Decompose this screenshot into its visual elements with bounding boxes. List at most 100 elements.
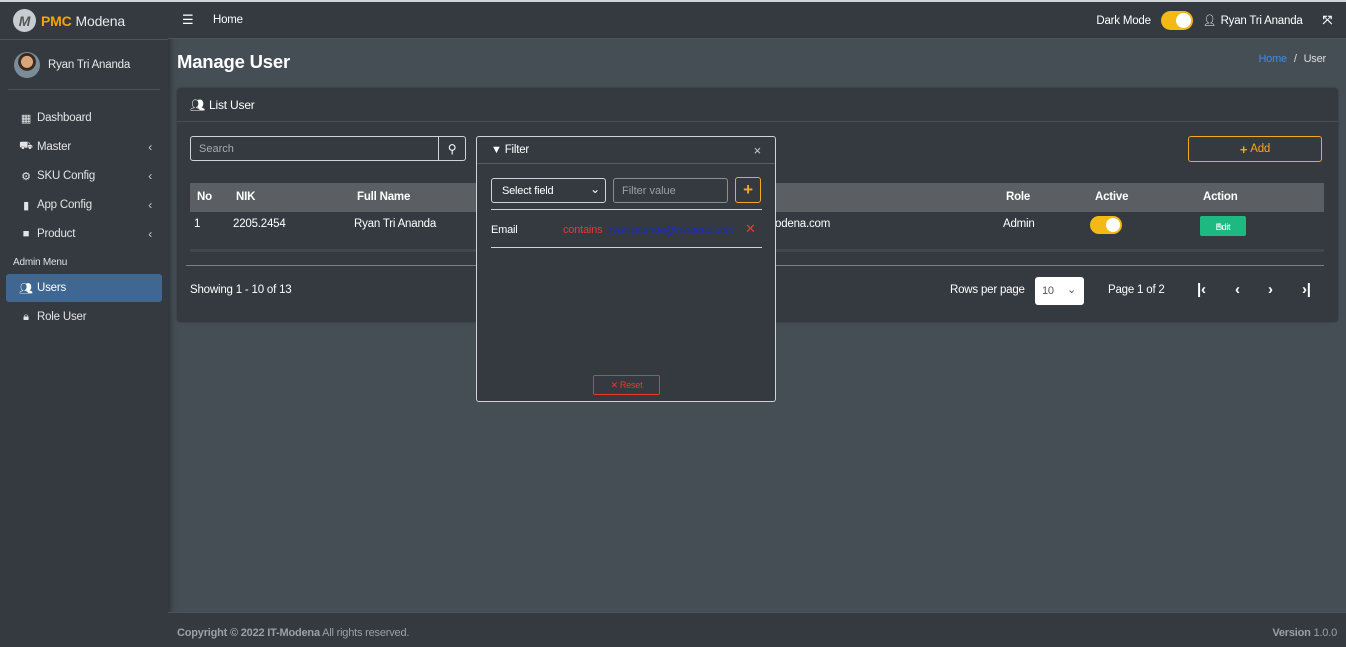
dark-mode-toggle[interactable]: [1160, 11, 1193, 30]
chevron-left-icon: ‹: [148, 140, 152, 154]
filter-operator: contains: [563, 224, 603, 236]
search-input[interactable]: [190, 136, 439, 161]
sidebar-nav: ▦ Dashboard ⛟ Master ‹ ⚙ SKU Config ‹ ▮ …: [0, 104, 168, 331]
users-icon: 👥︎: [19, 282, 33, 295]
rows-per-page-value: 10: [1042, 285, 1054, 297]
chevron-left-icon: ‹: [148, 227, 152, 241]
copyright: Copyright © 2022 IT-Modena All rights re…: [177, 627, 409, 639]
first-page-icon[interactable]: |‹: [1197, 281, 1206, 298]
nav-home-link[interactable]: Home: [213, 14, 243, 26]
mobile-icon: ▮: [23, 199, 29, 212]
hamburger-menu-icon[interactable]: ☰: [182, 12, 196, 28]
column-header-action: Action: [1203, 191, 1238, 203]
sidebar-item-dashboard[interactable]: ▦ Dashboard: [6, 104, 162, 132]
last-page-icon[interactable]: ›|: [1302, 281, 1311, 298]
sidebar: M PMC Modena Ryan Tri Ananda ▦ Dashboard…: [0, 0, 168, 647]
filter-icon: ▼: [491, 144, 502, 156]
add-button-label: Add: [1250, 143, 1271, 155]
sidebar-item-label: Role User: [37, 311, 87, 323]
rows-per-page-label: Rows per page: [950, 284, 1025, 296]
column-header-no[interactable]: No: [197, 191, 212, 203]
close-icon: ✕: [610, 379, 619, 390]
breadcrumb-home[interactable]: Home: [1258, 53, 1287, 65]
column-header-nik[interactable]: NIK: [236, 191, 255, 203]
chevron-down-icon: ⌄: [590, 182, 600, 196]
chevron-down-icon: ⌄: [1066, 284, 1076, 296]
column-header-full-name[interactable]: Full Name: [357, 191, 410, 203]
cell-full-name: Ryan Tri Ananda: [354, 218, 437, 230]
breadcrumb-current: User: [1303, 53, 1327, 65]
sidebar-item-sku-config[interactable]: ⚙ SKU Config ‹: [6, 162, 162, 190]
search-button[interactable]: ⚲: [439, 136, 466, 161]
user-icon: 👤︎: [1202, 15, 1217, 27]
brand-prefix: PMC: [41, 12, 72, 29]
active-toggle[interactable]: [1090, 216, 1122, 234]
next-page-icon[interactable]: ›: [1268, 281, 1273, 298]
cell-role: Admin: [1003, 218, 1035, 230]
column-header-active[interactable]: Active: [1095, 191, 1129, 203]
footer: Copyright © 2022 IT-Modena All rights re…: [168, 612, 1346, 647]
add-filter-button[interactable]: +: [735, 177, 761, 203]
showing-count: Showing 1 - 10 of 13: [190, 284, 292, 296]
dark-mode-label: Dark Mode: [1096, 14, 1151, 27]
brand[interactable]: M PMC Modena: [0, 2, 168, 40]
cell-no: 1: [194, 218, 201, 230]
user-panel[interactable]: Ryan Tri Ananda: [8, 40, 160, 90]
sidebar-item-label: SKU Config: [37, 170, 96, 182]
sidebar-item-label: Product: [37, 228, 76, 240]
sidebar-item-label: App Config: [37, 199, 92, 211]
version: Version 1.0.0: [1272, 627, 1337, 639]
breadcrumb: Home / User: [1258, 53, 1326, 65]
column-header-role[interactable]: Role: [1006, 191, 1030, 203]
sidebar-section-header: Admin Menu: [13, 257, 68, 268]
version-number: 1.0.0: [1313, 627, 1338, 639]
reset-button[interactable]: ✕ Reset: [593, 375, 660, 395]
rows-per-page-select[interactable]: 10 ⌄: [1035, 277, 1084, 305]
card-header: 👥︎ List User: [177, 88, 1338, 122]
page-title: Manage User: [177, 51, 290, 72]
sidebar-item-label: Users: [37, 282, 67, 294]
edit-button-label: Edit: [1215, 222, 1231, 232]
sidebar-item-master[interactable]: ⛟ Master ‹: [6, 133, 162, 161]
cell-email: odena.com: [775, 218, 831, 230]
topbar-user-name[interactable]: Ryan Tri Ananda: [1221, 15, 1303, 27]
sidebar-item-product[interactable]: ■ Product ‹: [6, 220, 162, 248]
prev-page-icon[interactable]: ‹: [1235, 281, 1240, 298]
plus-icon: +: [743, 180, 753, 199]
edit-button[interactable]: ✎ Edit: [1200, 216, 1246, 236]
lock-icon: 🔒︎: [23, 310, 29, 323]
copyright-text: Copyright © 2022 IT-Modena: [177, 627, 320, 639]
sidebar-item-users[interactable]: 👥︎ Users: [6, 274, 162, 302]
users-icon: 👥︎: [190, 97, 206, 112]
filter-value-input[interactable]: [613, 178, 728, 203]
sidebar-user-name: Ryan Tri Ananda: [48, 58, 131, 71]
sidebar-item-role-user[interactable]: 🔒︎ Role User: [6, 303, 162, 331]
topbar-right: Dark Mode 👤︎ Ryan Tri Ananda ⤧: [1096, 11, 1332, 30]
filter-field-select-value: Select field: [502, 184, 554, 197]
fullscreen-icon[interactable]: ⤧: [1323, 13, 1333, 28]
reset-button-label: Reset: [619, 380, 643, 390]
add-button[interactable]: + Add: [1188, 136, 1322, 162]
sidebar-item-app-config[interactable]: ▮ App Config ‹: [6, 191, 162, 219]
filter-modal: ▼ Filter × Select field ⌄ + Email contai…: [476, 136, 776, 402]
brand-name: Modena: [75, 12, 126, 29]
sidebar-item-label: Master: [37, 141, 71, 153]
topbar: ☰ Home Dark Mode 👤︎ Ryan Tri Ananda ⤧: [168, 0, 1346, 39]
page-info: Page 1 of 2: [1108, 284, 1165, 296]
rights-text: All rights reserved.: [319, 627, 410, 639]
filter-field-select[interactable]: Select field ⌄: [491, 178, 606, 203]
breadcrumb-separator: /: [1293, 53, 1297, 65]
plus-icon: +: [1239, 141, 1248, 157]
sidebar-item-label: Dashboard: [37, 112, 92, 124]
chevron-left-icon: ‹: [148, 169, 152, 183]
chevron-left-icon: ‹: [148, 198, 152, 212]
filter-field-name: Email: [491, 224, 518, 236]
divider: [491, 209, 762, 210]
card-title: List User: [209, 97, 255, 112]
remove-filter-icon[interactable]: ✕: [745, 221, 756, 237]
filter-modal-title: Filter: [504, 144, 530, 156]
gear-icon: ⚙: [21, 170, 31, 183]
search-group: ⚲: [190, 136, 466, 161]
close-icon[interactable]: ×: [754, 143, 762, 158]
divider: [491, 247, 762, 248]
